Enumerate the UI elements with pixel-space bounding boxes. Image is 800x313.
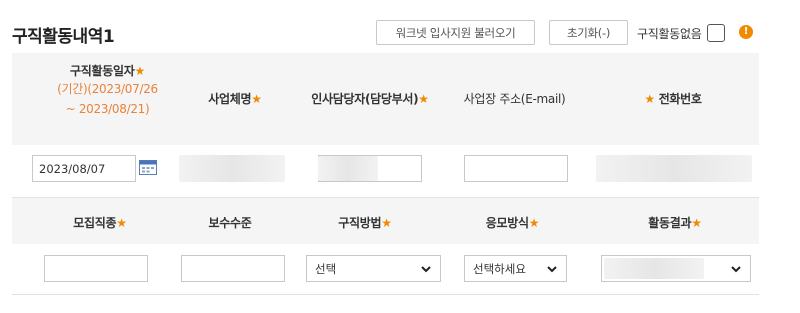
header-result: 활동결과★ <box>610 214 740 231</box>
company-name-field[interactable] <box>179 155 285 182</box>
header-date: 구직활동일자★ (기간)(2023/07/26 ~ 2023/08/21) <box>40 62 175 119</box>
required-star-icon: ★ <box>644 92 655 106</box>
header-date-range-end: ~ 2023/08/21) <box>65 102 150 116</box>
required-star-icon: ★ <box>381 216 392 230</box>
salary-input[interactable] <box>181 255 285 282</box>
header-company-label: 사업체명 <box>208 92 252 106</box>
warning-icon[interactable]: ! <box>739 25 753 39</box>
header-phone: ★ 전화번호 <box>598 90 748 107</box>
required-star-icon: ★ <box>134 64 145 78</box>
section-title: 구직활동내역1 <box>12 27 115 47</box>
header-method: 구직방법★ <box>300 214 430 231</box>
manager-field-redacted <box>318 156 378 181</box>
calendar-icon[interactable] <box>139 159 157 175</box>
required-star-icon: ★ <box>691 216 702 230</box>
header-manager: 인사담당자(담당부서)★ <box>300 90 440 107</box>
header-result-label: 활동결과 <box>648 216 692 230</box>
activity-date-value: 2023/08/07 <box>39 161 106 176</box>
header-method-label: 구직방법 <box>338 216 382 230</box>
no-activity-label: 구직활동없음 <box>637 27 702 41</box>
required-star-icon: ★ <box>528 216 540 230</box>
phone-field[interactable] <box>596 155 752 182</box>
application-method-value: 선택하세요 <box>473 261 526 276</box>
load-worknet-button[interactable]: 워크넷 입사지원 불러오기 <box>376 20 535 45</box>
required-star-icon: ★ <box>116 216 127 230</box>
job-search-method-select[interactable]: 선택 <box>306 255 441 282</box>
header-job-label: 모집직종 <box>73 216 117 230</box>
chevron-down-icon <box>421 266 431 273</box>
header-salary-label: 보수수준 <box>208 216 252 230</box>
header-date-label: 구직활동일자 <box>70 64 135 78</box>
no-activity-checkbox[interactable] <box>707 24 725 42</box>
job-type-input[interactable] <box>44 255 148 282</box>
activity-result-select[interactable] <box>601 255 751 282</box>
header-phone-label: 전화번호 <box>658 92 702 106</box>
chevron-down-icon <box>731 266 741 273</box>
header-apply-label: 응모방식 <box>485 216 529 230</box>
header-company: 사업체명★ <box>180 90 290 107</box>
header-date-range-start: (기간)(2023/07/26 <box>57 82 158 96</box>
activity-result-redacted <box>604 258 704 279</box>
application-method-select[interactable]: 선택하세요 <box>464 255 567 282</box>
header-job: 모집직종★ <box>40 214 160 231</box>
required-star-icon: ★ <box>418 92 429 106</box>
address-email-input[interactable] <box>464 155 568 182</box>
header-salary: 보수수준 <box>170 214 290 231</box>
header-apply: 응모방식★ <box>450 214 575 231</box>
required-star-icon: ★ <box>251 92 262 106</box>
divider <box>12 294 759 295</box>
header-address-label: 사업장 주소(E-mail) <box>463 92 566 106</box>
header-manager-label: 인사담당자(담당부서) <box>311 92 419 106</box>
chevron-down-icon <box>547 266 557 273</box>
reset-button[interactable]: 초기화(-) <box>549 20 628 45</box>
job-search-method-value: 선택 <box>315 261 337 276</box>
activity-date-input[interactable]: 2023/08/07 <box>32 155 136 182</box>
header-address: 사업장 주소(E-mail) <box>452 90 577 107</box>
